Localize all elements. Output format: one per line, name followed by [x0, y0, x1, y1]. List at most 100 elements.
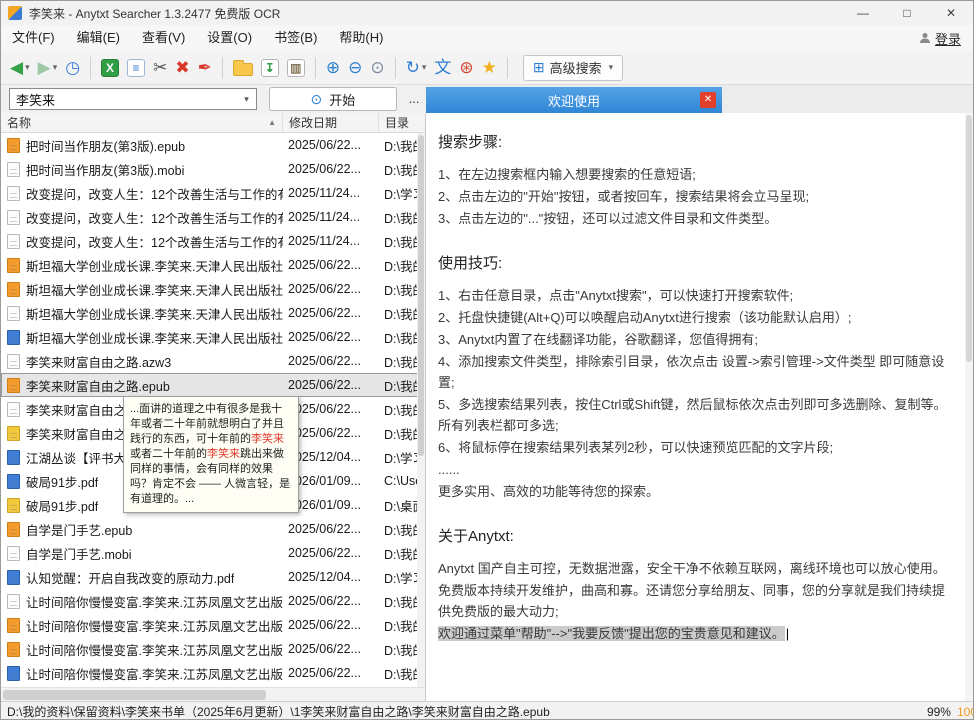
file-type-icon: [7, 330, 20, 345]
file-type-icon: [7, 234, 20, 249]
advanced-search-button[interactable]: ⊞ 高级搜索 ▾: [523, 55, 623, 81]
translate-button[interactable]: 文: [431, 54, 454, 82]
signature-button[interactable]: ✒: [195, 54, 215, 82]
file-name-cell: 认知觉醒：开启自我改变的原动力.pdf: [1, 568, 283, 587]
section-gap: [438, 503, 947, 515]
menu-item[interactable]: 编辑(E): [66, 25, 131, 51]
search-input[interactable]: [10, 92, 238, 107]
welcome-scrollbar-thumb[interactable]: [966, 115, 972, 362]
menu-item[interactable]: 帮助(H): [328, 25, 394, 51]
login-area[interactable]: 登录: [919, 29, 973, 48]
file-type-icon: [7, 594, 20, 609]
table-row[interactable]: 认知觉醒：开启自我改变的原动力.pdf2025/12/04...D:\学习\..…: [1, 565, 425, 589]
menu-item[interactable]: 文件(F): [1, 25, 66, 51]
table-row[interactable]: 李笑来财富自由之路.azw32025/06/22...D:\我的资...: [1, 349, 425, 373]
tab-welcome[interactable]: 欢迎使用 ✕: [426, 87, 722, 113]
history-button[interactable]: ◷: [62, 54, 83, 82]
welcome-scrollbar[interactable]: [965, 113, 973, 701]
table-row[interactable]: 斯坦福大学创业成长课.李笑来.天津人民出版社.20...2025/06/22..…: [1, 301, 425, 325]
table-row[interactable]: 让时间陪你慢慢变富.李笑来.江苏凤凰文艺出版社.2...2025/06/22..…: [1, 637, 425, 661]
menu-bar-items: 文件(F)编辑(E)查看(V)设置(O)书签(B)帮助(H): [1, 25, 394, 51]
file-name: 让时间陪你慢慢变富.李笑来.江苏凤凰文艺出版社.2...: [26, 664, 283, 683]
file-date: 2025/11/24...: [283, 186, 379, 200]
horizontal-scrollbar[interactable]: [1, 687, 425, 701]
preview-document-button[interactable]: ≡: [124, 54, 148, 82]
index-search-icon: ⊛: [459, 58, 473, 78]
column-header-date[interactable]: 修改日期: [283, 113, 379, 132]
section-line: 2、托盘快捷键(Alt+Q)可以唤醒启动Anytxt进行搜索（该功能默认启用）;: [438, 307, 947, 328]
menu-item[interactable]: 书签(B): [263, 25, 328, 51]
table-row[interactable]: 让时间陪你慢慢变富.李笑来.江苏凤凰文艺出版社.2...2025/06/22..…: [1, 661, 425, 685]
open-folder-button[interactable]: [230, 54, 256, 82]
back-button[interactable]: ◀▾: [7, 54, 33, 82]
close-button[interactable]: ✕: [929, 1, 973, 25]
column-header-name[interactable]: 名称 ▲: [1, 113, 283, 132]
file-date: 2025/11/24...: [283, 234, 379, 248]
export-excel-button[interactable]: X: [98, 54, 122, 82]
table-row[interactable]: 斯坦福大学创业成长课.李笑来.天津人民出版社.20...2025/06/22..…: [1, 325, 425, 349]
minimize-button[interactable]: —: [841, 1, 885, 25]
table-row[interactable]: 自学是门手艺.epub2025/06/22...D:\我的资...: [1, 517, 425, 541]
login-link[interactable]: 登录: [935, 29, 961, 48]
index-search-button[interactable]: ⊛: [456, 54, 476, 82]
table-row[interactable]: 斯坦福大学创业成长课.李笑来.天津人民出版社.20...2025/06/22..…: [1, 277, 425, 301]
forward-button[interactable]: ▶▾: [35, 54, 61, 82]
vertical-scrollbar-thumb[interactable]: [418, 135, 424, 456]
file-name: 李笑来财富自由之...: [26, 400, 136, 419]
file-date: 2025/06/22...: [283, 354, 379, 368]
vertical-scrollbar[interactable]: [417, 133, 425, 687]
tab-close-icon[interactable]: ✕: [700, 92, 716, 108]
filter-more-button[interactable]: ...: [402, 87, 426, 111]
copy-file-button[interactable]: ▥: [284, 54, 308, 82]
table-row[interactable]: 斯坦福大学创业成长课.李笑来.天津人民出版社.20...2025/06/22..…: [1, 253, 425, 277]
favorites-button[interactable]: ★: [479, 54, 500, 82]
file-name-cell: 让时间陪你慢慢变富.李笑来.江苏凤凰文艺出版社.2...: [1, 592, 283, 611]
line-text: 5、多选搜索结果列表，按住Ctrl或Shift键，然后鼠标依次点击列即可多选删除…: [438, 397, 946, 433]
preview-document-icon: ≡: [127, 59, 145, 77]
table-row[interactable]: 自学是门手艺.mobi2025/06/22...D:\我的资...: [1, 541, 425, 565]
start-search-button[interactable]: ⊙ 开始: [269, 87, 398, 111]
copy-file-icon: ▥: [287, 59, 305, 77]
file-name: 斯坦福大学创业成长课.李笑来.天津人民出版社.20...: [26, 328, 283, 347]
forward-icon: ▶: [38, 58, 51, 78]
file-name-cell: 斯坦福大学创业成长课.李笑来.天津人民出版社.20...: [1, 256, 283, 275]
table-row[interactable]: 把时间当作朋友(第3版).mobi2025/06/22...D:\我的资...: [1, 157, 425, 181]
file-name: 斯坦福大学创业成长课.李笑来.天津人民出版社.20...: [26, 280, 283, 299]
table-row[interactable]: 改变提问，改变人生：12个改善生活与工作的有力...2025/11/24...D…: [1, 205, 425, 229]
section-line: 6、将鼠标停在搜索结果列表某列2秒，可以快速预览匹配的文字片段;: [438, 437, 947, 458]
table-row[interactable]: 李笑来财富自由之路.epub2025/06/22...D:\我的资...: [1, 373, 425, 397]
maximize-button[interactable]: □: [885, 1, 929, 25]
zoom-out-button[interactable]: ⊖: [345, 54, 365, 82]
table-row[interactable]: 把时间当作朋友(第3版).epub2025/06/22...D:\我的资...: [1, 133, 425, 157]
file-date: 2025/06/22...: [283, 306, 379, 320]
zoom-in-button[interactable]: ⊕: [323, 54, 343, 82]
menu-item[interactable]: 设置(O): [196, 25, 263, 51]
preview-tooltip: ...面讲的道理之中有很多是我十年或者二十年前就想明白了并且践行的东西，可十年前…: [123, 396, 299, 513]
column-header-dir[interactable]: 目录: [379, 113, 425, 132]
search-combobox[interactable]: ▾: [9, 88, 257, 110]
file-name: 自学是门手艺.mobi: [26, 544, 132, 563]
table-row[interactable]: 让时间陪你慢慢变富.李笑来.江苏凤凰文艺出版社.2...2025/06/22..…: [1, 613, 425, 637]
horizontal-scrollbar-thumb[interactable]: [3, 690, 266, 700]
file-name-cell: 李笑来财富自由之路.azw3: [1, 352, 283, 371]
magnifier-button[interactable]: ⊙: [367, 54, 387, 82]
file-name: 改变提问，改变人生：12个改善生活与工作的有力...: [26, 232, 283, 251]
sort-ascending-icon: ▲: [268, 118, 276, 127]
table-row[interactable]: 让时间陪你慢慢变富.李笑来.江苏凤凰文艺出版社.2...2025/06/22..…: [1, 589, 425, 613]
cut-button[interactable]: ✂: [150, 54, 170, 82]
file-date: 2025/06/22...: [283, 138, 379, 152]
file-type-icon: [7, 426, 20, 441]
file-date: 2025/06/22...: [283, 618, 379, 632]
section-gap: [438, 230, 947, 242]
combobox-dropdown-icon[interactable]: ▾: [238, 94, 256, 105]
export-file-button[interactable]: ↧: [258, 54, 282, 82]
file-type-icon: [7, 450, 20, 465]
refresh-button[interactable]: ↻▾: [403, 54, 430, 82]
file-name-cell: 改变提问，改变人生：12个改善生活与工作的有力...: [1, 184, 283, 203]
menu-item[interactable]: 查看(V): [131, 25, 196, 51]
delete-button[interactable]: ✖: [172, 54, 192, 82]
file-type-icon: [7, 402, 20, 417]
table-row[interactable]: 改变提问，改变人生：12个改善生活与工作的有力...2025/11/24...D…: [1, 229, 425, 253]
file-name-cell: 李笑来财富自由之路.epub: [1, 376, 283, 395]
table-row[interactable]: 改变提问，改变人生：12个改善生活与工作的有力...2025/11/24...D…: [1, 181, 425, 205]
